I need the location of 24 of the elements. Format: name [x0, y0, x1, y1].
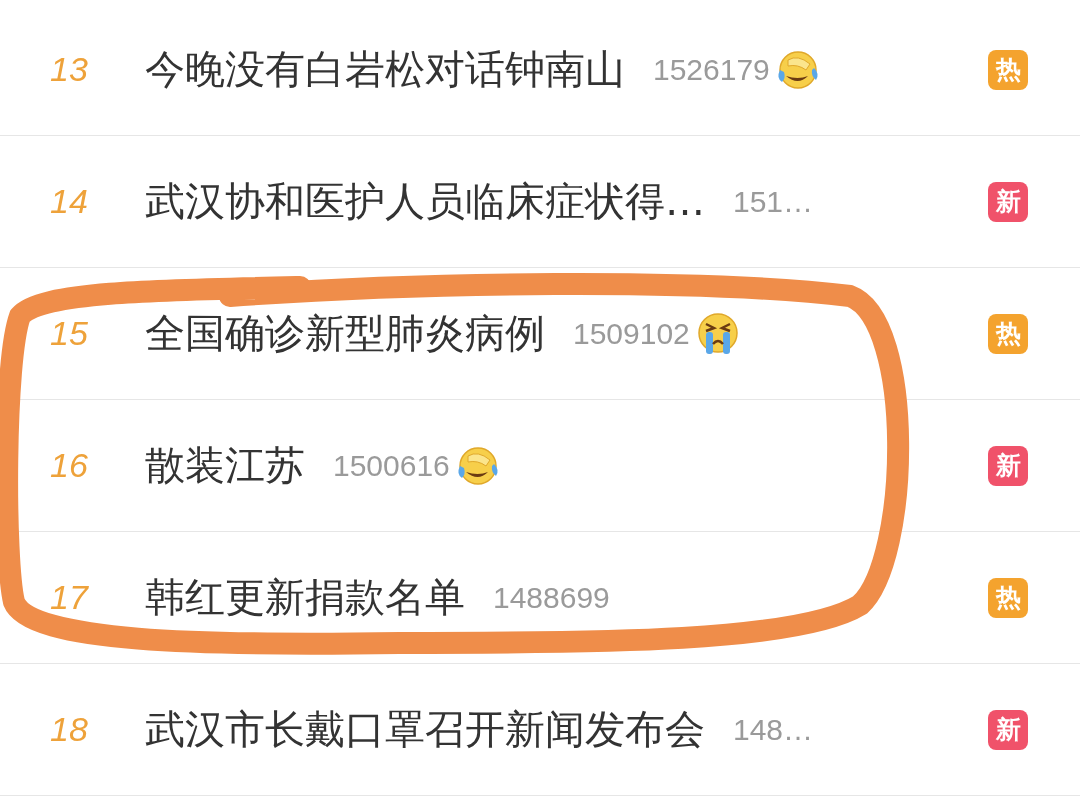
- rank-number: 16: [49, 446, 89, 485]
- heat-count: 1488699: [493, 580, 610, 615]
- topic-link[interactable]: 韩红更新捐款名单: [145, 570, 465, 625]
- rank-number: 15: [49, 314, 89, 353]
- topic-link[interactable]: 武汉市长戴口罩召开新闻发布会: [145, 702, 705, 757]
- hot-tag: 热: [988, 49, 1028, 90]
- rank-number: 17: [49, 578, 90, 617]
- hot-tag: 热: [988, 313, 1028, 354]
- heat-count: 151…: [733, 184, 814, 219]
- heat-count: 148…: [733, 712, 814, 747]
- rank-number: 14: [49, 182, 89, 221]
- rank-number: 13: [49, 50, 89, 89]
- topic-link[interactable]: 武汉协和医护人员临床症状得…: [145, 174, 705, 229]
- heat-count: 1509102: [573, 316, 690, 351]
- new-tag: 新: [988, 181, 1028, 222]
- heat-count: 1526179: [653, 52, 770, 87]
- hot-tag: 热: [988, 577, 1028, 618]
- rank-number: 18: [49, 710, 89, 749]
- topic-link[interactable]: 散装江苏: [145, 438, 305, 493]
- new-tag: 新: [988, 445, 1028, 486]
- topic-link[interactable]: 全国确诊新型肺炎病例: [145, 306, 545, 361]
- topic-link[interactable]: 今晚没有白岩松对话钟南山: [145, 42, 625, 97]
- heat-count: 1500616: [333, 448, 450, 483]
- new-tag: 新: [988, 709, 1028, 750]
